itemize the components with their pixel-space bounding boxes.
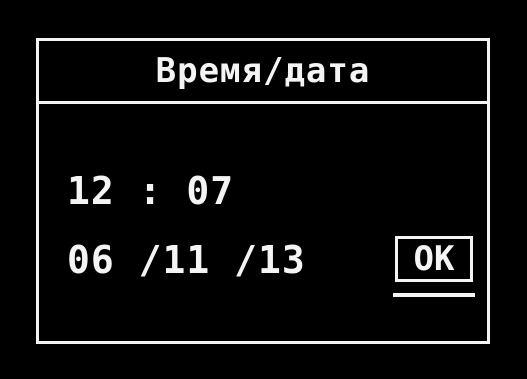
time-date-dialog: Время/дата 12 : 07 06 /11 /13 OK [36,38,490,344]
lcd-screen: Время/дата 12 : 07 06 /11 /13 OK [0,0,527,379]
date-value[interactable]: 06 /11 /13 [67,238,306,282]
dialog-title-bar: Время/дата [39,41,487,104]
dialog-title: Время/дата [155,51,371,91]
time-value[interactable]: 12 : 07 [67,169,234,213]
ok-focus-underline [393,293,475,297]
ok-button[interactable]: OK [395,236,473,282]
ok-button-label: OK [413,239,455,279]
